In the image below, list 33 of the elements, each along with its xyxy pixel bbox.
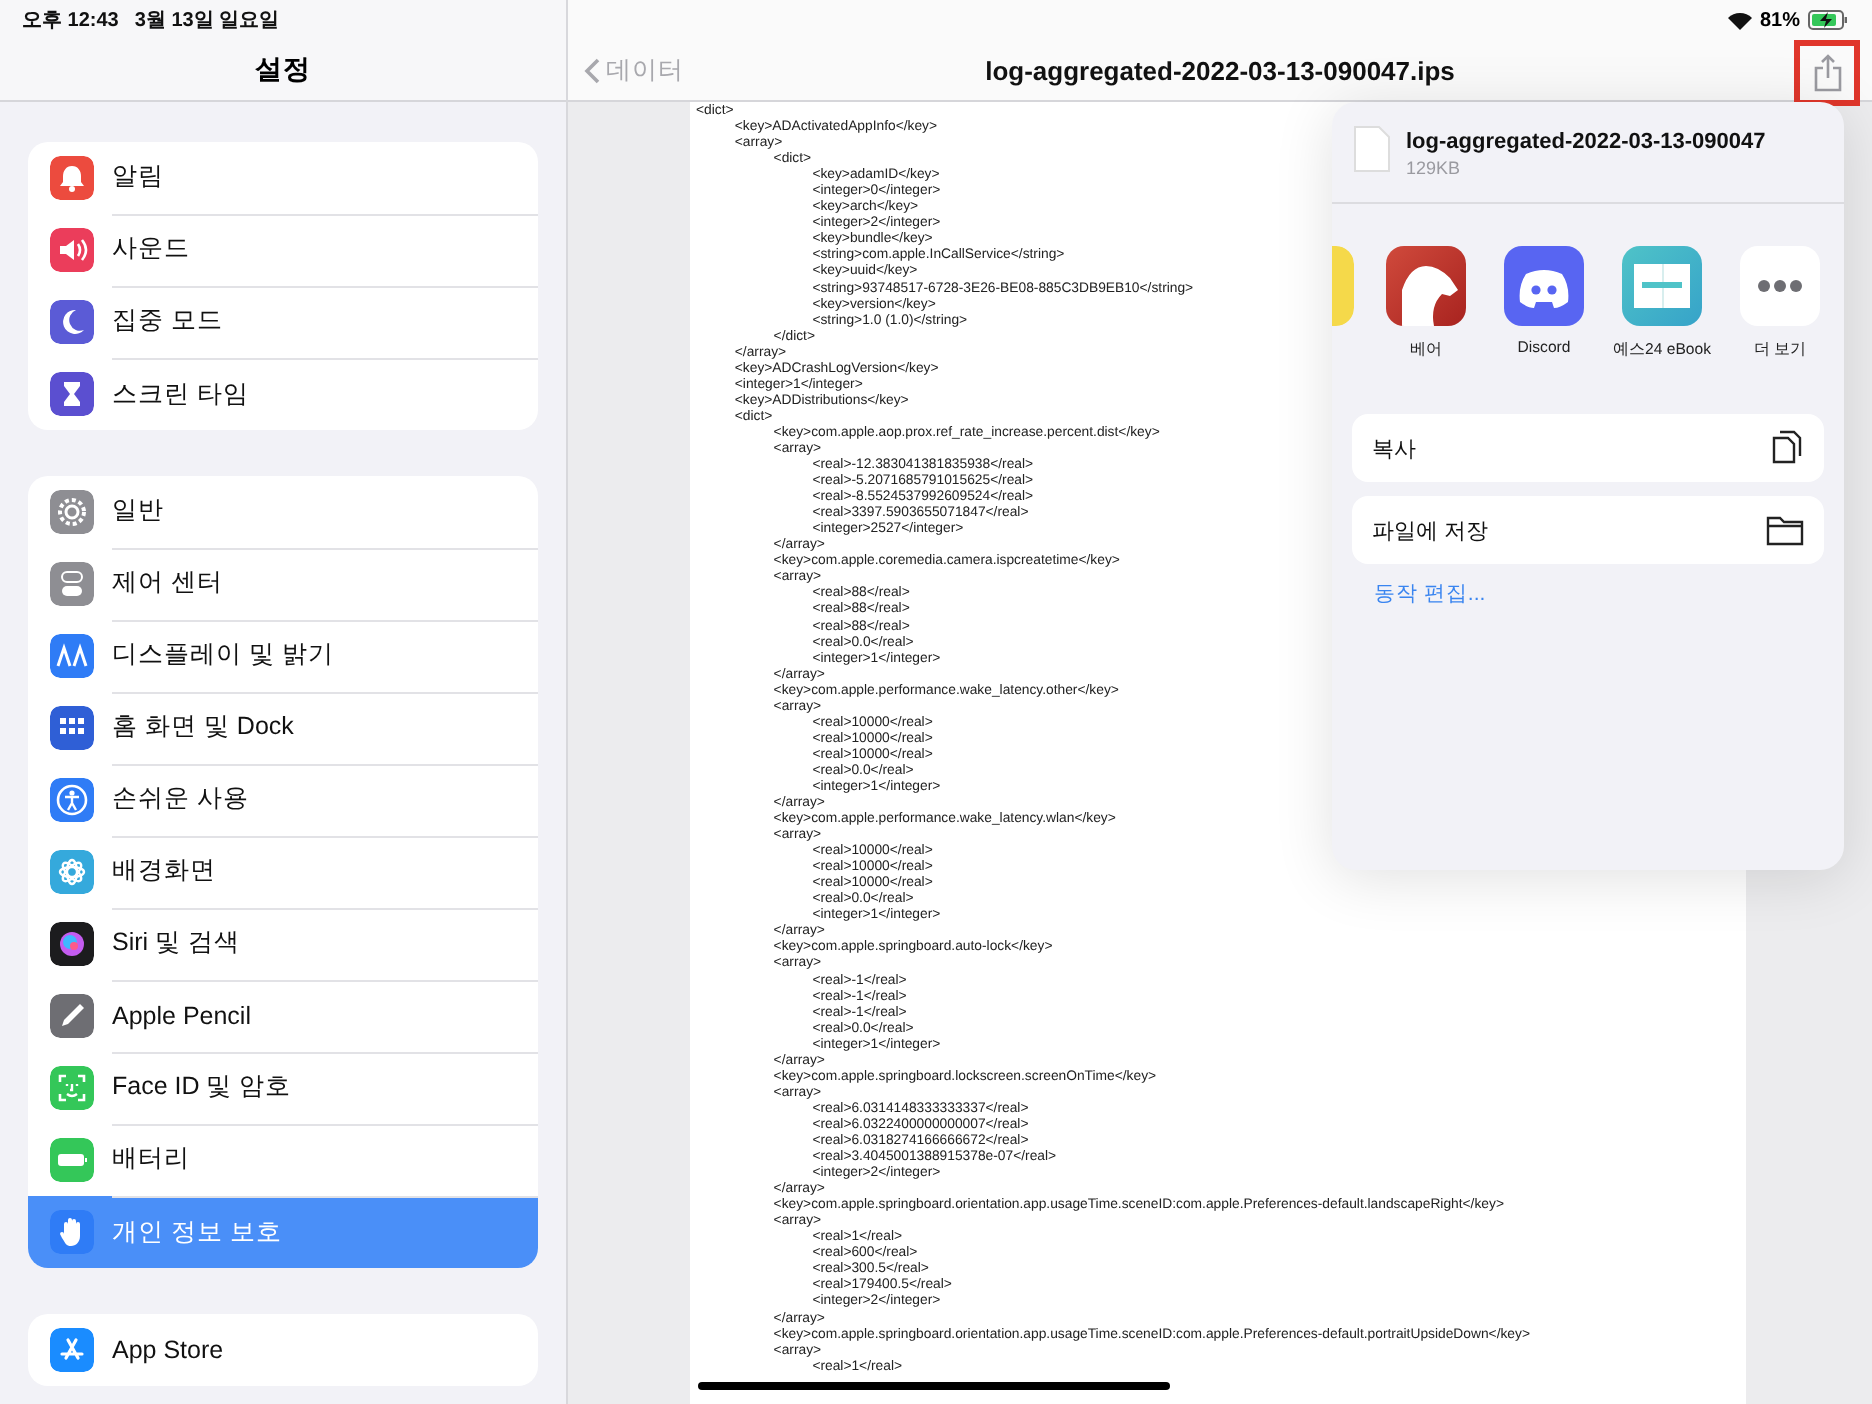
settings-item[interactable]: Apple Pencil: [28, 980, 538, 1052]
settings-item[interactable]: 집중 모드: [28, 286, 538, 358]
settings-item[interactable]: 배경화면: [28, 836, 538, 908]
settings-item[interactable]: Face ID 및 암호: [28, 1052, 538, 1124]
book-app-icon[interactable]: [1622, 246, 1702, 326]
settings-item[interactable]: 사운드: [28, 214, 538, 286]
settings-item[interactable]: 손쉬운 사용: [28, 764, 538, 836]
more-icon[interactable]: [1740, 246, 1820, 326]
game-controller-app-icon[interactable]: [1504, 246, 1584, 326]
settings-item[interactable]: 홈 화면 및 Dock: [28, 692, 538, 764]
battery-charging-icon: [1808, 10, 1848, 30]
chevron-left-icon: [584, 57, 600, 83]
battery-percent: 81%: [1759, 9, 1800, 31]
share-action-button[interactable]: 파일에 저장: [1352, 496, 1824, 564]
settings-item[interactable]: 일반: [28, 476, 538, 548]
settings-item[interactable]: 제어 센터: [28, 548, 538, 620]
document-title: log-aggregated-2022-03-13-090047.ips: [985, 55, 1455, 85]
wifi-icon: [1727, 11, 1752, 29]
document-icon: [1354, 126, 1390, 172]
sidebar-title: 설정: [255, 52, 311, 88]
share-action-button[interactable]: 복사: [1352, 414, 1824, 482]
settings-item[interactable]: 스크린 타임: [28, 358, 538, 430]
settings-item[interactable]: 알림: [28, 142, 538, 214]
bear-app-icon[interactable]: [1386, 246, 1466, 326]
file-size: 129KB: [1406, 158, 1463, 178]
status-date: 3월 13일 일요일: [134, 8, 280, 34]
file-name: log-aggregated-2022-03-13-090047: [1406, 130, 1766, 154]
settings-item[interactable]: Siri 및 검색: [28, 908, 538, 980]
share-icon: [1813, 54, 1841, 92]
settings-item[interactable]: App Store: [28, 1314, 538, 1386]
folder-icon: [1766, 512, 1804, 548]
status-time: 오후 12:43: [22, 8, 119, 34]
settings-item[interactable]: 디스플레이 및 밝기: [28, 620, 538, 692]
